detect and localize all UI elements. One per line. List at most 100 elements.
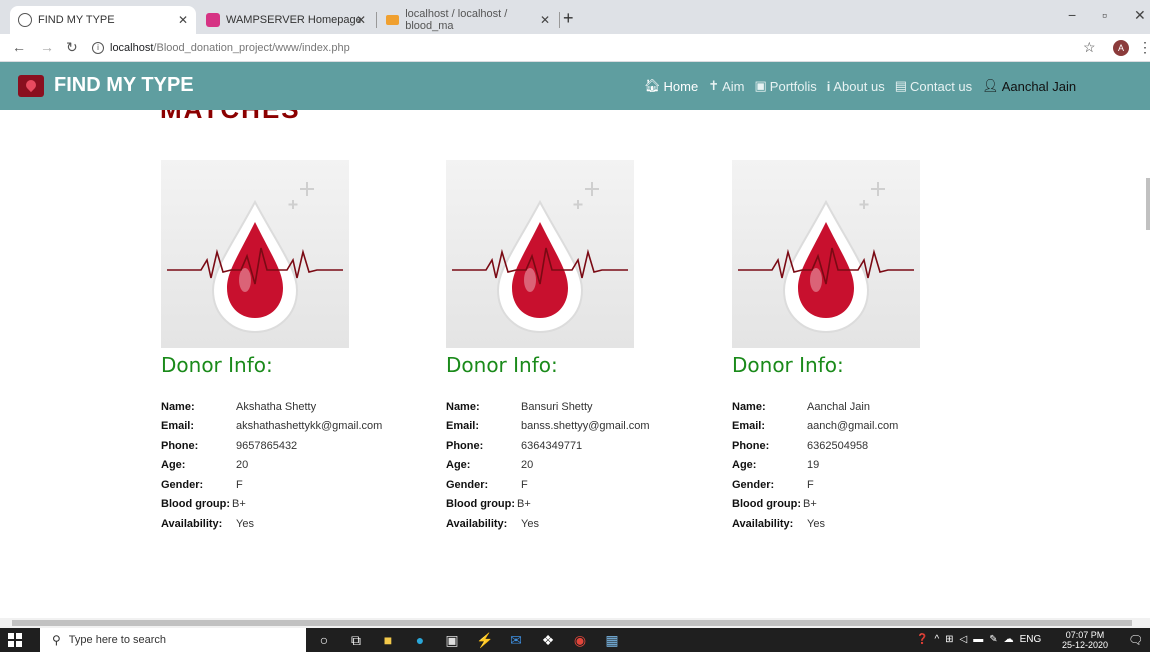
windows-taskbar: ⚲ Type here to search ○ ⧉ ■ ● ▣ ⚡ ✉ ❖ ◉ … <box>0 628 1150 652</box>
cortana-icon[interactable]: ○ <box>316 632 332 648</box>
chevron-up-icon[interactable]: ^ <box>934 634 939 645</box>
donor-name: Bansuri Shetty <box>521 400 593 413</box>
globe-icon <box>18 13 32 27</box>
nav-home[interactable]: 🏠︎ Home <box>644 78 698 94</box>
nav-aim[interactable]: ✝ Aim <box>708 78 744 94</box>
store-icon[interactable]: ▣ <box>444 632 460 648</box>
phone-label: Phone: <box>161 439 199 452</box>
battery-icon[interactable]: ▬ <box>973 634 983 645</box>
new-tab-icon[interactable]: + <box>563 9 574 27</box>
pen-icon[interactable]: ✎ <box>989 634 997 645</box>
info-icon: i <box>826 78 831 94</box>
donor-gender: F <box>807 478 814 491</box>
volume-icon[interactable]: ◁ <box>960 634 968 645</box>
donor-phone: 6364349771 <box>521 439 583 452</box>
donor-gender: F <box>521 478 528 491</box>
file-explorer-icon[interactable]: ■ <box>380 632 396 648</box>
tab-phpmyadmin[interactable]: localhost / localhost / blood_ma ✕ <box>378 6 558 34</box>
email-label: Email: <box>161 420 195 433</box>
profile-avatar[interactable]: A <box>1113 40 1129 56</box>
taskbar-search[interactable]: ⚲ Type here to search <box>40 628 306 652</box>
onedrive-icon[interactable]: ☁ <box>1004 634 1014 645</box>
donor-phone: 6362504958 <box>807 439 869 452</box>
donor-info-heading: Donor Info: <box>446 353 558 377</box>
tab-title: localhost / localhost / blood_ma <box>405 8 508 32</box>
donor-name: Aanchal Jain <box>807 400 870 413</box>
tab-wampserver[interactable]: WAMPSERVER Homepage ✕ <box>198 6 374 34</box>
forward-icon[interactable]: → <box>40 39 54 55</box>
donor-info-heading: Donor Info: <box>161 353 273 377</box>
url-field[interactable]: i localhost /Blood_donation_project/www/… <box>92 38 1092 58</box>
close-icon[interactable]: ✕ <box>178 13 188 27</box>
nav-label: About us <box>833 78 885 94</box>
maximize-icon[interactable]: ▫ <box>1102 7 1107 23</box>
nav-label: Contact us <box>910 78 973 94</box>
mail-icon[interactable]: ✉ <box>508 632 524 648</box>
gender-label: Gender: <box>732 478 775 491</box>
scrollbar-thumb[interactable] <box>12 620 1132 626</box>
bookmark-star-icon[interactable]: ☆ <box>1083 39 1096 56</box>
vscode-icon[interactable]: ⚡ <box>476 632 493 648</box>
nav-user[interactable]: 👤︎ Aanchal Jain <box>982 78 1076 94</box>
tab-separator <box>376 12 377 28</box>
brand[interactable]: FIND MY TYPE <box>18 74 194 97</box>
help-icon[interactable]: ❓ <box>916 634 928 645</box>
donor-blood-group: B+ <box>517 498 531 511</box>
email-label: Email: <box>732 420 766 433</box>
menu-kebab-icon[interactable]: ⋮ <box>1138 39 1150 56</box>
name-label: Name: <box>161 400 195 413</box>
phone-label: Phone: <box>446 439 484 452</box>
nav-contact-us[interactable]: ▤ Contact us <box>895 78 972 94</box>
windows-start-icon[interactable] <box>8 633 22 647</box>
reload-icon[interactable]: ↻ <box>66 39 78 56</box>
blood-drop-illustration <box>738 182 914 334</box>
calculator-icon[interactable]: ▦ <box>604 632 620 648</box>
minimize-icon[interactable]: − <box>1068 7 1076 23</box>
info-icon[interactable]: i <box>92 42 104 54</box>
notifications-icon[interactable]: 🗨︎ <box>1128 633 1143 647</box>
name-label: Name: <box>446 400 480 413</box>
plus-icons <box>573 182 599 209</box>
availability-label: Availability: <box>446 517 508 530</box>
tab-find-my-type[interactable]: FIND MY TYPE ✕ <box>10 6 196 34</box>
address-bar: ← → ↻ i localhost /Blood_donation_projec… <box>0 34 1150 62</box>
clock[interactable]: 07:07 PM 25-12-2020 <box>1062 630 1108 650</box>
nav-menu: 🏠︎ Home ✝ Aim ▣ Portfolis i About us ▤ C… <box>644 78 1086 94</box>
donor-info-table: Name: Akshatha Shetty Email: akshathashett… <box>161 397 441 534</box>
blood-drop-logo-icon <box>18 74 44 97</box>
donor-gender: F <box>236 478 243 491</box>
phpmyadmin-icon <box>386 15 400 25</box>
blood-drop-illustration <box>452 182 628 334</box>
plus-icons <box>859 182 885 209</box>
horizontal-scrollbar[interactable] <box>0 618 1150 628</box>
close-icon[interactable]: ✕ <box>540 13 550 27</box>
edge-icon[interactable]: ● <box>412 632 428 648</box>
network-icon[interactable]: ⊞ <box>945 634 953 645</box>
plus-icons <box>288 182 314 209</box>
nav-portfolis[interactable]: ▣ Portfolis <box>755 78 817 94</box>
wamp-icon <box>206 13 220 27</box>
email-label: Email: <box>446 420 480 433</box>
dropbox-icon[interactable]: ❖ <box>540 632 556 648</box>
contact-card-icon: ▤ <box>894 78 908 93</box>
donor-name: Akshatha Shetty <box>236 400 317 413</box>
tab-title: FIND MY TYPE <box>38 14 115 26</box>
drop-shine <box>810 268 822 292</box>
close-icon[interactable]: ✕ <box>356 13 366 27</box>
search-placeholder: Type here to search <box>68 634 167 646</box>
donor-age: 20 <box>521 459 534 472</box>
close-window-icon[interactable]: ✕ <box>1134 7 1146 24</box>
back-icon[interactable]: ← <box>12 39 26 55</box>
vertical-scrollbar[interactable] <box>1146 178 1150 230</box>
blood-group-label: Blood group: <box>161 498 231 511</box>
blood-drop-image <box>446 160 634 348</box>
task-view-icon[interactable]: ⧉ <box>348 632 364 648</box>
language[interactable]: ENG <box>1020 634 1042 645</box>
chrome-icon[interactable]: ◉ <box>572 632 588 648</box>
donor-age: 19 <box>807 459 820 472</box>
nav-label: Portfolis <box>769 78 817 94</box>
blood-drop-illustration <box>167 182 343 334</box>
tab-separator <box>559 12 560 28</box>
nav-about-us[interactable]: i About us <box>827 79 885 94</box>
name-label: Name: <box>732 400 766 413</box>
